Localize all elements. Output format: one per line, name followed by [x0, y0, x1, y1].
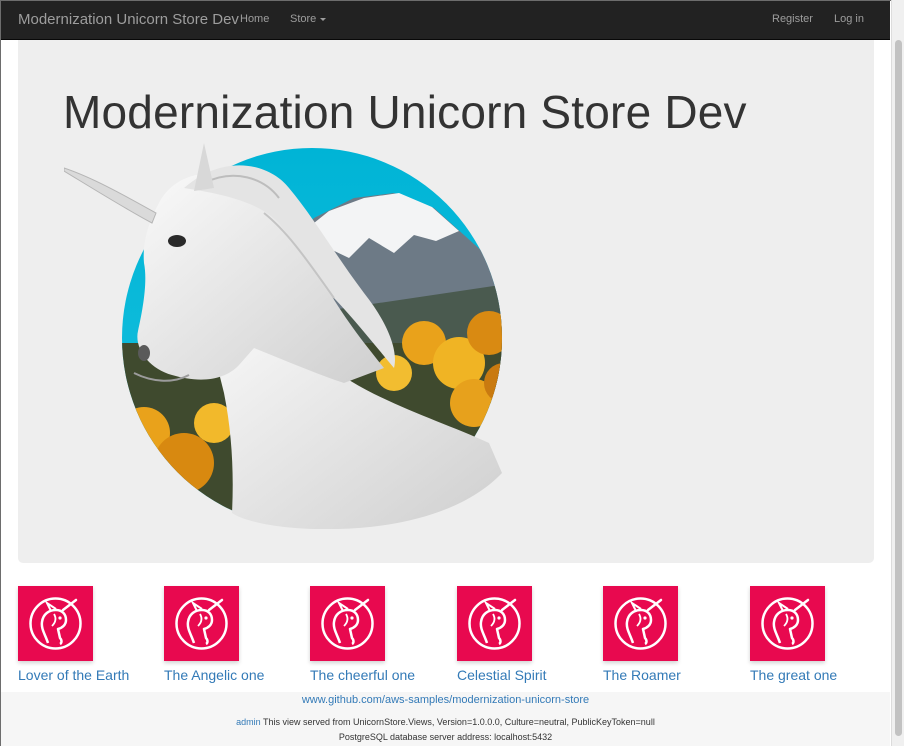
vertical-scrollbar[interactable] [891, 0, 904, 746]
product-name[interactable]: Celestial Spirit [457, 667, 546, 683]
unicorn-logo-icon[interactable] [457, 586, 532, 661]
caret-down-icon [320, 17, 327, 21]
jumbotron: Modernization Unicorn Store Dev [18, 40, 874, 563]
served-info: admin This view served from UnicornStore… [1, 717, 890, 727]
nav-store-label: Store [290, 13, 317, 25]
navbar: Modernization Unicorn Store Dev Home Sto… [1, 1, 890, 40]
footer: www.github.com/aws-samples/modernization… [1, 692, 890, 746]
repo-link-row: www.github.com/aws-samples/modernization… [1, 694, 890, 706]
nav-store-dropdown[interactable]: Store [290, 13, 327, 25]
repo-link[interactable]: www.github.com/aws-samples/modernization… [302, 694, 589, 706]
product-name[interactable]: The Roamer [603, 667, 681, 683]
served-text: This view served from UnicornStore.Views… [263, 717, 655, 727]
unicorn-logo-icon[interactable] [750, 586, 825, 661]
db-info: PostgreSQL database server address: loca… [338, 732, 553, 742]
unicorn-hero-image [64, 143, 502, 529]
nav-home-link[interactable]: Home [240, 13, 269, 25]
nav-login-link[interactable]: Log in [834, 13, 864, 25]
product-name[interactable]: The great one [750, 667, 837, 683]
product-name[interactable]: The cheerful one [310, 667, 415, 683]
admin-user-link[interactable]: admin [236, 717, 261, 727]
unicorn-logo-icon[interactable] [603, 586, 678, 661]
hero-title: Modernization Unicorn Store Dev [63, 86, 747, 138]
product-name[interactable]: The Angelic one [164, 667, 264, 683]
unicorn-logo-icon[interactable] [18, 586, 93, 661]
product-name[interactable]: Lover of the Earth [18, 667, 129, 683]
unicorn-logo-icon[interactable] [310, 586, 385, 661]
unicorn-logo-icon[interactable] [164, 586, 239, 661]
product-list: Lover of the Earth The Angelic one The c… [0, 586, 890, 686]
brand-link[interactable]: Modernization Unicorn Store Dev [18, 11, 239, 28]
nav-register-link[interactable]: Register [772, 13, 813, 25]
scrollbar-thumb[interactable] [895, 40, 902, 736]
